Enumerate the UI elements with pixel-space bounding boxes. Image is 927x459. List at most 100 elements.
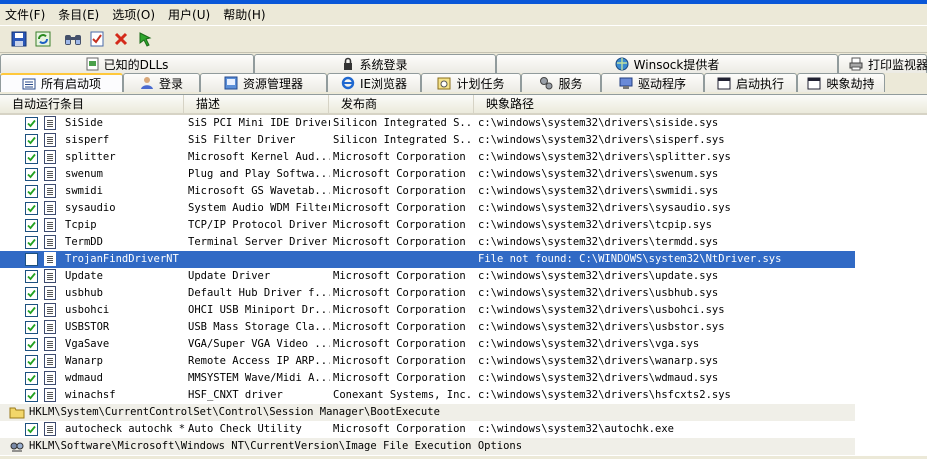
enable-checkbox[interactable] bbox=[25, 338, 38, 351]
entry-description: TCP/IP Protocol Driver bbox=[188, 219, 328, 231]
tab-scheduled-tasks[interactable]: 计划任务 bbox=[421, 73, 521, 92]
registry-key-group[interactable]: HKLM\Software\Microsoft\Windows NT\Curre… bbox=[0, 438, 855, 455]
menu-options[interactable]: 选项(O) bbox=[107, 6, 163, 24]
entry-name: winachsf bbox=[65, 389, 116, 401]
table-row[interactable]: autocheck autochk * Auto Check Utility Mic… bbox=[0, 421, 855, 438]
menu-entry[interactable]: 条目(E) bbox=[53, 6, 107, 24]
find-button[interactable] bbox=[62, 28, 84, 50]
menu-user[interactable]: 用户(U) bbox=[163, 6, 218, 24]
save-button[interactable] bbox=[8, 28, 30, 50]
entry-description: Default Hub Driver f... bbox=[188, 287, 330, 299]
file-icon bbox=[44, 422, 56, 436]
entry-publisher: Microsoft Corporation bbox=[333, 372, 466, 384]
table-row[interactable]: Tcpip TCP/IP Protocol Driver Microsoft Cor… bbox=[0, 217, 855, 234]
file-icon bbox=[44, 167, 56, 181]
table-row[interactable]: sisperf SiS Filter Driver Silicon Integrat… bbox=[0, 132, 855, 149]
registry-key-group[interactable]: HKLM\System\CurrentControlSet\Control\Se… bbox=[0, 404, 855, 421]
tab-services[interactable]: 服务 bbox=[521, 73, 601, 92]
dll-icon bbox=[86, 57, 99, 71]
entry-image-path: c:\windows\system32\drivers\tcpip.sys bbox=[478, 219, 712, 231]
check-icon bbox=[90, 31, 104, 47]
entry-name: Wanarp bbox=[65, 355, 103, 367]
file-icon bbox=[44, 150, 56, 164]
enable-checkbox[interactable] bbox=[25, 236, 38, 249]
entry-name: swenum bbox=[65, 168, 103, 180]
tab-logon[interactable]: 登录 bbox=[123, 73, 200, 92]
entry-image-path: c:\windows\system32\drivers\sysaudio.sys bbox=[478, 202, 731, 214]
entry-description: Update Driver bbox=[188, 270, 271, 282]
enable-checkbox[interactable] bbox=[25, 389, 38, 402]
table-row[interactable]: Wanarp Remote Access IP ARP... Microsoft C… bbox=[0, 353, 855, 370]
table-row[interactable]: sysaudio System Audio WDM Filter Microsoft… bbox=[0, 200, 855, 217]
enable-checkbox[interactable] bbox=[25, 151, 38, 164]
delete-button[interactable] bbox=[110, 28, 132, 50]
winsock-icon bbox=[615, 57, 629, 71]
enable-checkbox[interactable] bbox=[25, 117, 38, 130]
enable-checkbox[interactable] bbox=[25, 423, 38, 436]
table-row[interactable]: wdmaud MMSYSTEM Wave/Midi A... Microsoft C… bbox=[0, 370, 855, 387]
column-description[interactable]: 描述 bbox=[184, 95, 329, 113]
entry-publisher: Silicon Integrated S... bbox=[333, 134, 473, 146]
enable-checkbox[interactable] bbox=[25, 185, 38, 198]
find-icon bbox=[65, 35, 81, 45]
entry-image-path: c:\windows\system32\drivers\usbohci.sys bbox=[478, 304, 725, 316]
autoruns-list[interactable]: 自动运行条目 描述 发布商 映象路径 SiSide SiS PCI Mini ID… bbox=[0, 94, 927, 456]
registry-key-icon bbox=[9, 440, 25, 459]
tab-drivers[interactable]: 驱动程序 bbox=[601, 73, 704, 92]
tab-known-dlls[interactable]: 已知的DLLs bbox=[0, 54, 254, 73]
jump-button[interactable] bbox=[134, 28, 156, 50]
tab-image-hijacks[interactable]: 映象劫持 bbox=[797, 73, 885, 92]
entry-image-path: c:\windows\system32\autochk.exe bbox=[478, 423, 674, 435]
table-row[interactable]: SiSide SiS PCI Mini IDE Driver Silicon Int… bbox=[0, 115, 855, 132]
entry-description: Microsoft GS Wavetab... bbox=[188, 185, 330, 197]
enable-checkbox[interactable] bbox=[25, 168, 38, 181]
tab-everything[interactable]: 所有启动项 bbox=[0, 73, 123, 92]
table-row[interactable]: swmidi Microsoft GS Wavetab... Microsoft C… bbox=[0, 183, 855, 200]
table-row[interactable]: usbhub Default Hub Driver f... Microsoft C… bbox=[0, 285, 855, 302]
table-row[interactable]: usbohci OHCI USB Miniport Dr... Microsoft … bbox=[0, 302, 855, 319]
table-row[interactable]: TrojanFindDriverNT File not found: C:\WIN… bbox=[0, 251, 855, 268]
tab-print-monitors[interactable]: 打印监视器 bbox=[838, 54, 927, 73]
tab-internet-explorer[interactable]: IE浏览器 bbox=[327, 73, 421, 92]
column-publisher[interactable]: 发布商 bbox=[329, 95, 474, 113]
refresh-button[interactable] bbox=[32, 28, 54, 50]
file-icon bbox=[44, 303, 56, 317]
table-row[interactable]: swenum Plug and Play Softwa... Microsoft C… bbox=[0, 166, 855, 183]
file-icon bbox=[44, 388, 56, 402]
tab-winlogon[interactable]: 系统登录 bbox=[254, 54, 496, 73]
enable-checkbox[interactable] bbox=[25, 134, 38, 147]
enable-checkbox[interactable] bbox=[25, 202, 38, 215]
tab-boot-execute[interactable]: 启动执行 bbox=[704, 73, 797, 92]
tab-explorer[interactable]: 资源管理器 bbox=[200, 73, 327, 92]
properties-button[interactable] bbox=[86, 28, 108, 50]
column-autorun-entry[interactable]: 自动运行条目 bbox=[0, 95, 184, 113]
table-row[interactable]: Update Update Driver Microsoft Corporation… bbox=[0, 268, 855, 285]
enable-checkbox[interactable] bbox=[25, 287, 38, 300]
table-row[interactable]: VgaSave VGA/Super VGA Video ... Microsoft … bbox=[0, 336, 855, 353]
table-row[interactable]: splitter Microsoft Kernel Aud... Microsoft… bbox=[0, 149, 855, 166]
column-image-path[interactable]: 映象路径 bbox=[474, 95, 927, 113]
file-icon bbox=[44, 116, 56, 130]
toolbar bbox=[0, 25, 927, 53]
jump-icon bbox=[139, 32, 152, 47]
tab-winsock[interactable]: Winsock提供者 bbox=[496, 54, 838, 73]
entry-publisher: Microsoft Corporation bbox=[333, 168, 466, 180]
entry-name: usbhub bbox=[65, 287, 103, 299]
file-icon bbox=[44, 269, 56, 283]
delete-icon bbox=[114, 32, 128, 46]
entry-publisher: Microsoft Corporation bbox=[333, 321, 466, 333]
table-row[interactable]: TermDD Terminal Server Driver Microsoft Co… bbox=[0, 234, 855, 251]
enable-checkbox[interactable] bbox=[25, 304, 38, 317]
enable-checkbox[interactable] bbox=[25, 372, 38, 385]
enable-checkbox[interactable] bbox=[25, 355, 38, 368]
table-row[interactable]: USBSTOR USB Mass Storage Cla... Microsoft … bbox=[0, 319, 855, 336]
enable-checkbox[interactable] bbox=[25, 253, 38, 266]
table-row[interactable]: winachsf HSF_CNXT driver Conexant Systems,… bbox=[0, 387, 855, 404]
entry-image-path: c:\windows\system32\drivers\sisperf.sys bbox=[478, 134, 725, 146]
menu-help[interactable]: 帮助(H) bbox=[218, 6, 273, 24]
enable-checkbox[interactable] bbox=[25, 321, 38, 334]
enable-checkbox[interactable] bbox=[25, 270, 38, 283]
task-icon bbox=[437, 76, 451, 90]
enable-checkbox[interactable] bbox=[25, 219, 38, 232]
menu-file[interactable]: 文件(F) bbox=[0, 6, 53, 24]
